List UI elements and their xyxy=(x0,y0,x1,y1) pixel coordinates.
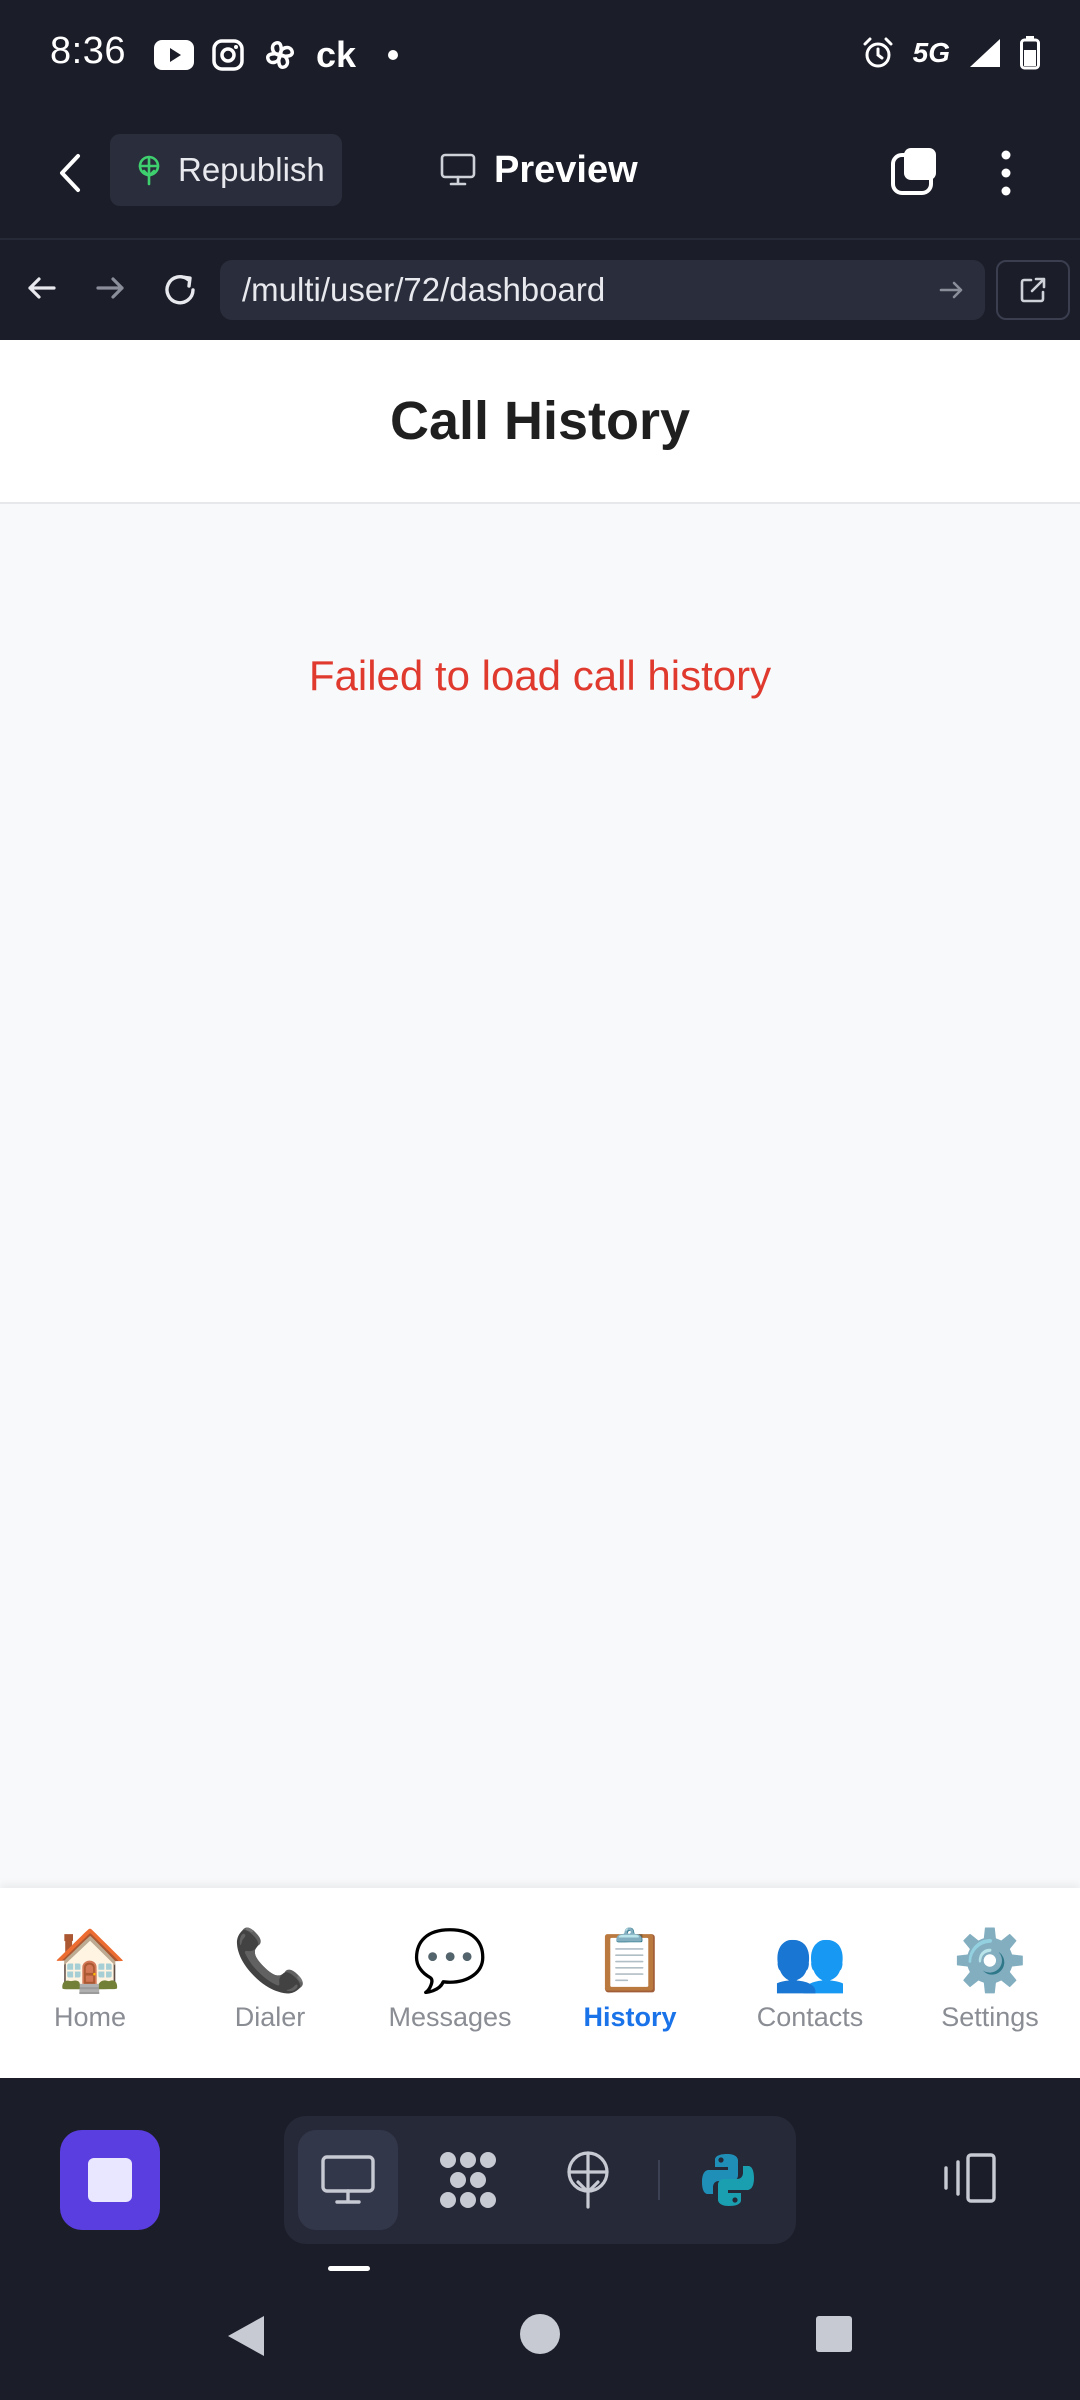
phone-icon: 📞 xyxy=(232,1926,308,1996)
nav-item-messages[interactable]: 💬 Messages xyxy=(360,1888,540,2078)
error-message: Failed to load call history xyxy=(308,652,772,699)
monitor-icon xyxy=(321,2155,375,2204)
go-arrow-icon[interactable] xyxy=(937,276,965,304)
signal-icon xyxy=(970,39,1000,67)
browser-back-icon[interactable] xyxy=(24,270,60,306)
more-options-icon[interactable] xyxy=(990,148,1022,198)
clipboard-icon: 📋 xyxy=(592,1926,668,1996)
gear-icon: ⚙️ xyxy=(952,1926,1028,1996)
open-external-button[interactable] xyxy=(996,260,1070,320)
system-navigation-bar xyxy=(0,2274,1080,2400)
nav-label-history: History xyxy=(583,2002,677,2032)
dock-active-indicator xyxy=(328,2266,370,2271)
people-icon: 👥 xyxy=(772,1926,848,1996)
system-back-icon[interactable] xyxy=(224,2312,268,2360)
pinwheel-icon xyxy=(266,41,294,69)
back-arrow-icon[interactable] xyxy=(52,150,88,196)
republish-icon xyxy=(138,155,160,186)
nodes-icon xyxy=(440,2152,496,2208)
dock-separator xyxy=(658,2160,660,2200)
stop-icon xyxy=(88,2158,132,2202)
monitor-icon xyxy=(440,153,476,186)
youtube-icon xyxy=(154,40,194,70)
nav-label-dialer: Dialer xyxy=(234,2002,306,2032)
page-title: Call History xyxy=(389,391,691,451)
preview-title[interactable]: Preview xyxy=(440,136,638,204)
instagram-icon xyxy=(212,39,244,71)
status-bar: 8:36 ck 5G xyxy=(0,0,1080,110)
top-toolbar: Republish Preview xyxy=(0,110,1080,236)
nav-item-dialer[interactable]: 📞 Dialer xyxy=(180,1888,360,2078)
nav-label-contacts: Contacts xyxy=(756,2002,864,2032)
bottom-nav: 🏠 Home 📞 Dialer 💬 Messages 📋 History 👥 C… xyxy=(0,1888,1080,2078)
status-time: 8:36 xyxy=(50,30,126,72)
notification-icons: ck xyxy=(154,34,399,76)
browser-url-row: /multi/user/72/dashboard xyxy=(0,238,1080,340)
nav-item-settings[interactable]: ⚙️ Settings xyxy=(900,1888,1080,2078)
dock-deploy-button[interactable] xyxy=(538,2130,638,2230)
system-home-icon[interactable] xyxy=(518,2312,562,2356)
preview-label: Preview xyxy=(494,148,638,191)
republish-label: Republish xyxy=(178,151,325,188)
dock-preview-button[interactable] xyxy=(298,2130,398,2230)
open-external-icon xyxy=(1020,277,1046,303)
status-carrier-text: ck xyxy=(316,34,357,75)
url-input[interactable]: /multi/user/72/dashboard xyxy=(220,260,985,320)
battery-icon xyxy=(1020,36,1040,70)
dock-tool-group xyxy=(284,2116,796,2244)
system-recents-icon[interactable] xyxy=(814,2314,854,2354)
nav-item-contacts[interactable]: 👥 Contacts xyxy=(720,1888,900,2078)
speech-bubble-icon: 💬 xyxy=(412,1926,488,1996)
tabs-icon[interactable] xyxy=(890,146,940,196)
system-icons: 5G xyxy=(861,36,1040,70)
nav-item-home[interactable]: 🏠 Home xyxy=(0,1888,180,2078)
reload-icon[interactable] xyxy=(160,270,200,310)
web-content: Call History Failed to load call history… xyxy=(0,340,1080,2078)
browser-forward-icon[interactable] xyxy=(92,270,128,306)
deploy-icon xyxy=(567,2151,609,2209)
url-text: /multi/user/72/dashboard xyxy=(242,271,606,308)
nav-item-history[interactable]: 📋 History xyxy=(540,1888,720,2078)
republish-button[interactable]: Republish xyxy=(110,134,342,206)
dock-workflow-button[interactable] xyxy=(418,2130,518,2230)
app-dock xyxy=(0,2078,1080,2274)
dock-python-button[interactable] xyxy=(678,2130,778,2230)
page-header: Call History xyxy=(0,340,1080,504)
nav-label-settings: Settings xyxy=(941,2002,1039,2032)
network-type: 5G xyxy=(912,37,950,68)
python-icon xyxy=(702,2154,754,2206)
stop-button[interactable] xyxy=(60,2130,160,2230)
nav-label-home: Home xyxy=(53,2002,127,2032)
alarm-icon xyxy=(863,37,893,68)
device-frame-icon[interactable] xyxy=(940,2152,1000,2204)
more-notifications-dot xyxy=(388,50,399,60)
home-icon: 🏠 xyxy=(52,1926,128,1996)
nav-label-messages: Messages xyxy=(388,2002,512,2032)
